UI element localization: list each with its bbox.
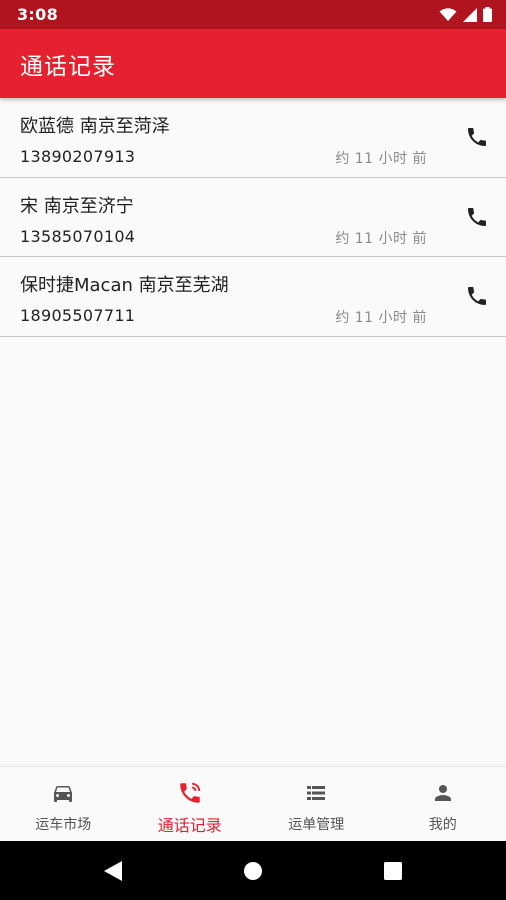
- call-title: 欧蓝德 南京至菏泽: [20, 116, 170, 137]
- call-phone-number: 13585070104: [20, 226, 136, 246]
- battery-icon: [483, 7, 492, 22]
- screen: 3:08 通话记录 欧蓝德 南京至菏泽 13890207913 约 11 小时 …: [0, 0, 506, 900]
- phone-icon: [468, 128, 486, 146]
- call-button[interactable]: [462, 122, 492, 152]
- status-time: 3:08: [17, 5, 58, 24]
- call-list-item[interactable]: 保时捷Macan 南京至芜湖 18905507711 约 11 小时 前: [0, 257, 506, 337]
- phone-icon: [468, 207, 486, 226]
- page-title: 通话记录: [20, 53, 116, 80]
- call-list: 欧蓝德 南京至菏泽 13890207913 约 11 小时 前 宋 南京至济宁 …: [0, 98, 506, 337]
- call-list-item[interactable]: 欧蓝德 南京至菏泽 13890207913 约 11 小时 前: [0, 98, 506, 178]
- call-title: 宋 南京至济宁: [20, 195, 134, 217]
- status-icons: [439, 7, 492, 22]
- home-icon: [244, 861, 262, 880]
- call-phone-number: 18905507711: [20, 306, 136, 325]
- person-icon: [430, 780, 456, 806]
- recents-button[interactable]: [323, 841, 463, 900]
- phone-icon: [468, 287, 486, 305]
- nav-item-profile[interactable]: 我的: [380, 767, 506, 841]
- nav-item-order-management[interactable]: 运单管理: [253, 767, 380, 841]
- nav-item-call-log[interactable]: 通话记录: [127, 767, 254, 841]
- call-title: 保时捷Macan 南京至芜湖: [20, 275, 229, 296]
- nav-label: 我的: [428, 817, 457, 833]
- call-time: 约 11 小时 前: [335, 230, 427, 247]
- recents-icon: [384, 861, 402, 880]
- app-bar: 通话记录: [0, 29, 506, 98]
- car-icon: [50, 780, 76, 806]
- nav-item-car-market[interactable]: 运车市场: [0, 767, 127, 841]
- system-nav-bar: [0, 841, 506, 900]
- nav-label: 通话记录: [157, 816, 222, 835]
- call-time: 约 11 小时 前: [335, 151, 427, 167]
- call-phone-number: 13890207913: [20, 147, 136, 166]
- call-button[interactable]: [462, 281, 492, 311]
- nav-label: 运单管理: [288, 817, 345, 833]
- status-bar: 3:08: [0, 0, 506, 29]
- wifi-icon: [439, 7, 457, 22]
- call-button[interactable]: [462, 202, 492, 232]
- signal-icon: [463, 7, 477, 22]
- call-time: 约 11 小时 前: [335, 310, 427, 326]
- list-icon: [303, 780, 329, 806]
- home-button[interactable]: [183, 841, 323, 900]
- call-list-item[interactable]: 宋 南京至济宁 13585070104 约 11 小时 前: [0, 177, 506, 257]
- back-icon: [104, 860, 122, 881]
- back-button[interactable]: [43, 841, 183, 900]
- bottom-nav: 运车市场 通话记录 运单管理 我的: [0, 766, 506, 841]
- phone-ringing-icon: [177, 780, 203, 806]
- nav-label: 运车市场: [35, 817, 92, 833]
